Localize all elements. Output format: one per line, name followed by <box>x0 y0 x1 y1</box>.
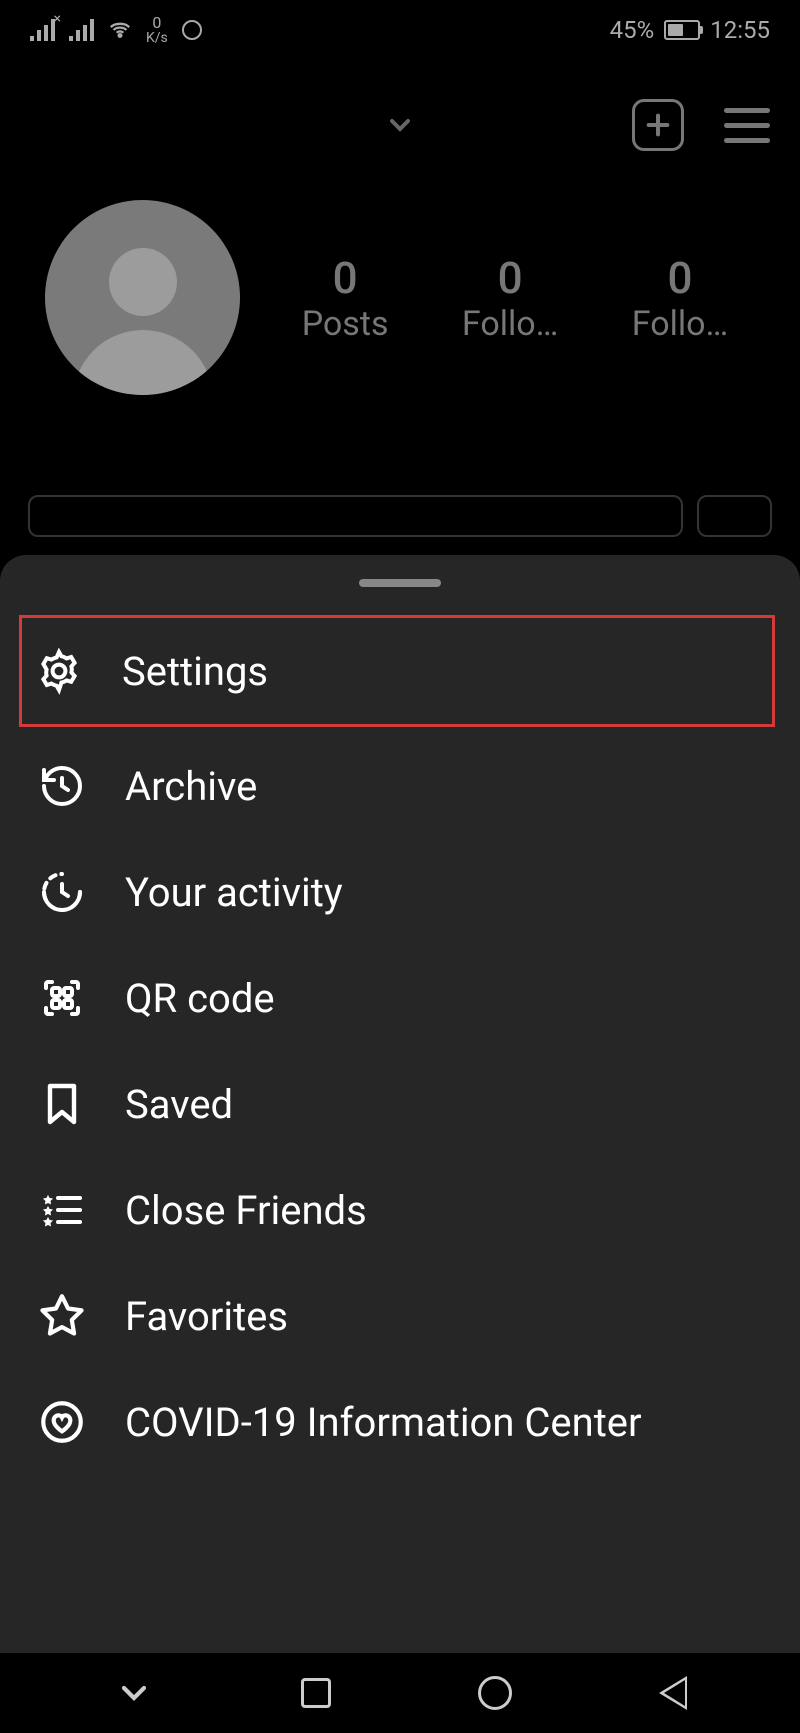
menu-item-close-friends[interactable]: Close Friends <box>25 1157 775 1263</box>
menu-label: QR code <box>125 975 275 1022</box>
menu-item-qr[interactable]: QR code <box>25 945 775 1051</box>
profile-stats-row: 0 Posts 0 Follo… 0 Follo… <box>0 170 800 435</box>
he-heart-icon <box>37 1397 87 1447</box>
profile-action-row <box>0 495 800 537</box>
status-left-group: 0 K/s <box>30 15 202 45</box>
followers-label: Follo… <box>462 304 559 344</box>
clock-time: 12:55 <box>710 16 770 44</box>
username-dropdown[interactable] <box>384 109 416 141</box>
android-nav-bar <box>0 1653 800 1733</box>
nav-home-button[interactable] <box>478 1676 512 1710</box>
star-icon <box>37 1291 87 1341</box>
menu-label: Favorites <box>125 1293 288 1340</box>
menu-label: Your activity <box>125 869 343 916</box>
data-rate-indicator: 0 K/s <box>146 15 168 45</box>
menu-item-archive[interactable]: Archive <box>25 733 775 839</box>
status-bar: 0 K/s 45% 12:55 <box>0 0 800 60</box>
menu-label: COVID-19 Information Center <box>125 1399 642 1446</box>
avatar[interactable] <box>45 200 240 395</box>
menu-label: Archive <box>125 763 257 810</box>
menu-item-covid[interactable]: COVID-19 Information Center <box>25 1369 775 1475</box>
plus-icon <box>642 109 674 141</box>
menu-item-settings[interactable]: Settings <box>19 615 775 727</box>
following-stat[interactable]: 0 Follo… <box>632 252 729 344</box>
star-list-icon <box>37 1185 87 1235</box>
menu-item-activity[interactable]: Your activity <box>25 839 775 945</box>
menu-item-saved[interactable]: Saved <box>25 1051 775 1157</box>
signal-no-sim-icon <box>30 19 55 41</box>
profile-header <box>0 80 800 170</box>
activity-clock-icon <box>37 867 87 917</box>
edit-profile-button[interactable] <box>28 495 683 537</box>
qr-code-icon <box>37 973 87 1023</box>
data-rate-value: 0 <box>152 15 161 31</box>
bookmark-icon <box>37 1079 87 1129</box>
archive-clock-icon <box>37 761 87 811</box>
nav-back-button[interactable] <box>659 1676 687 1710</box>
menu-item-favorites[interactable]: Favorites <box>25 1263 775 1369</box>
menu-label: Saved <box>125 1081 233 1128</box>
create-button[interactable] <box>632 99 684 151</box>
wifi-icon <box>108 19 132 41</box>
posts-label: Posts <box>302 304 389 344</box>
discover-people-button[interactable] <box>697 495 772 537</box>
followers-count: 0 <box>498 252 523 304</box>
chevron-down-icon <box>384 109 416 141</box>
gear-icon <box>34 646 84 696</box>
following-count: 0 <box>668 252 693 304</box>
status-circle-icon <box>182 20 202 40</box>
nav-hide-keyboard-icon[interactable] <box>114 1673 154 1713</box>
posts-count: 0 <box>333 252 358 304</box>
following-label: Follo… <box>632 304 729 344</box>
status-right-group: 45% 12:55 <box>610 16 770 44</box>
menu-list: Settings Archive Your activity <box>0 615 800 1475</box>
sheet-drag-handle[interactable] <box>359 579 441 587</box>
menu-label: Settings <box>122 648 268 695</box>
posts-stat[interactable]: 0 Posts <box>302 252 389 344</box>
battery-icon <box>664 20 700 40</box>
menu-label: Close Friends <box>125 1187 367 1234</box>
battery-percent: 45% <box>610 16 655 44</box>
data-rate-unit: K/s <box>146 31 168 45</box>
hamburger-bottom-sheet: Settings Archive Your activity <box>0 555 800 1653</box>
nav-recents-button[interactable] <box>301 1678 331 1708</box>
hamburger-menu-button[interactable] <box>724 108 770 143</box>
followers-stat[interactable]: 0 Follo… <box>462 252 559 344</box>
signal-icon <box>69 19 94 41</box>
